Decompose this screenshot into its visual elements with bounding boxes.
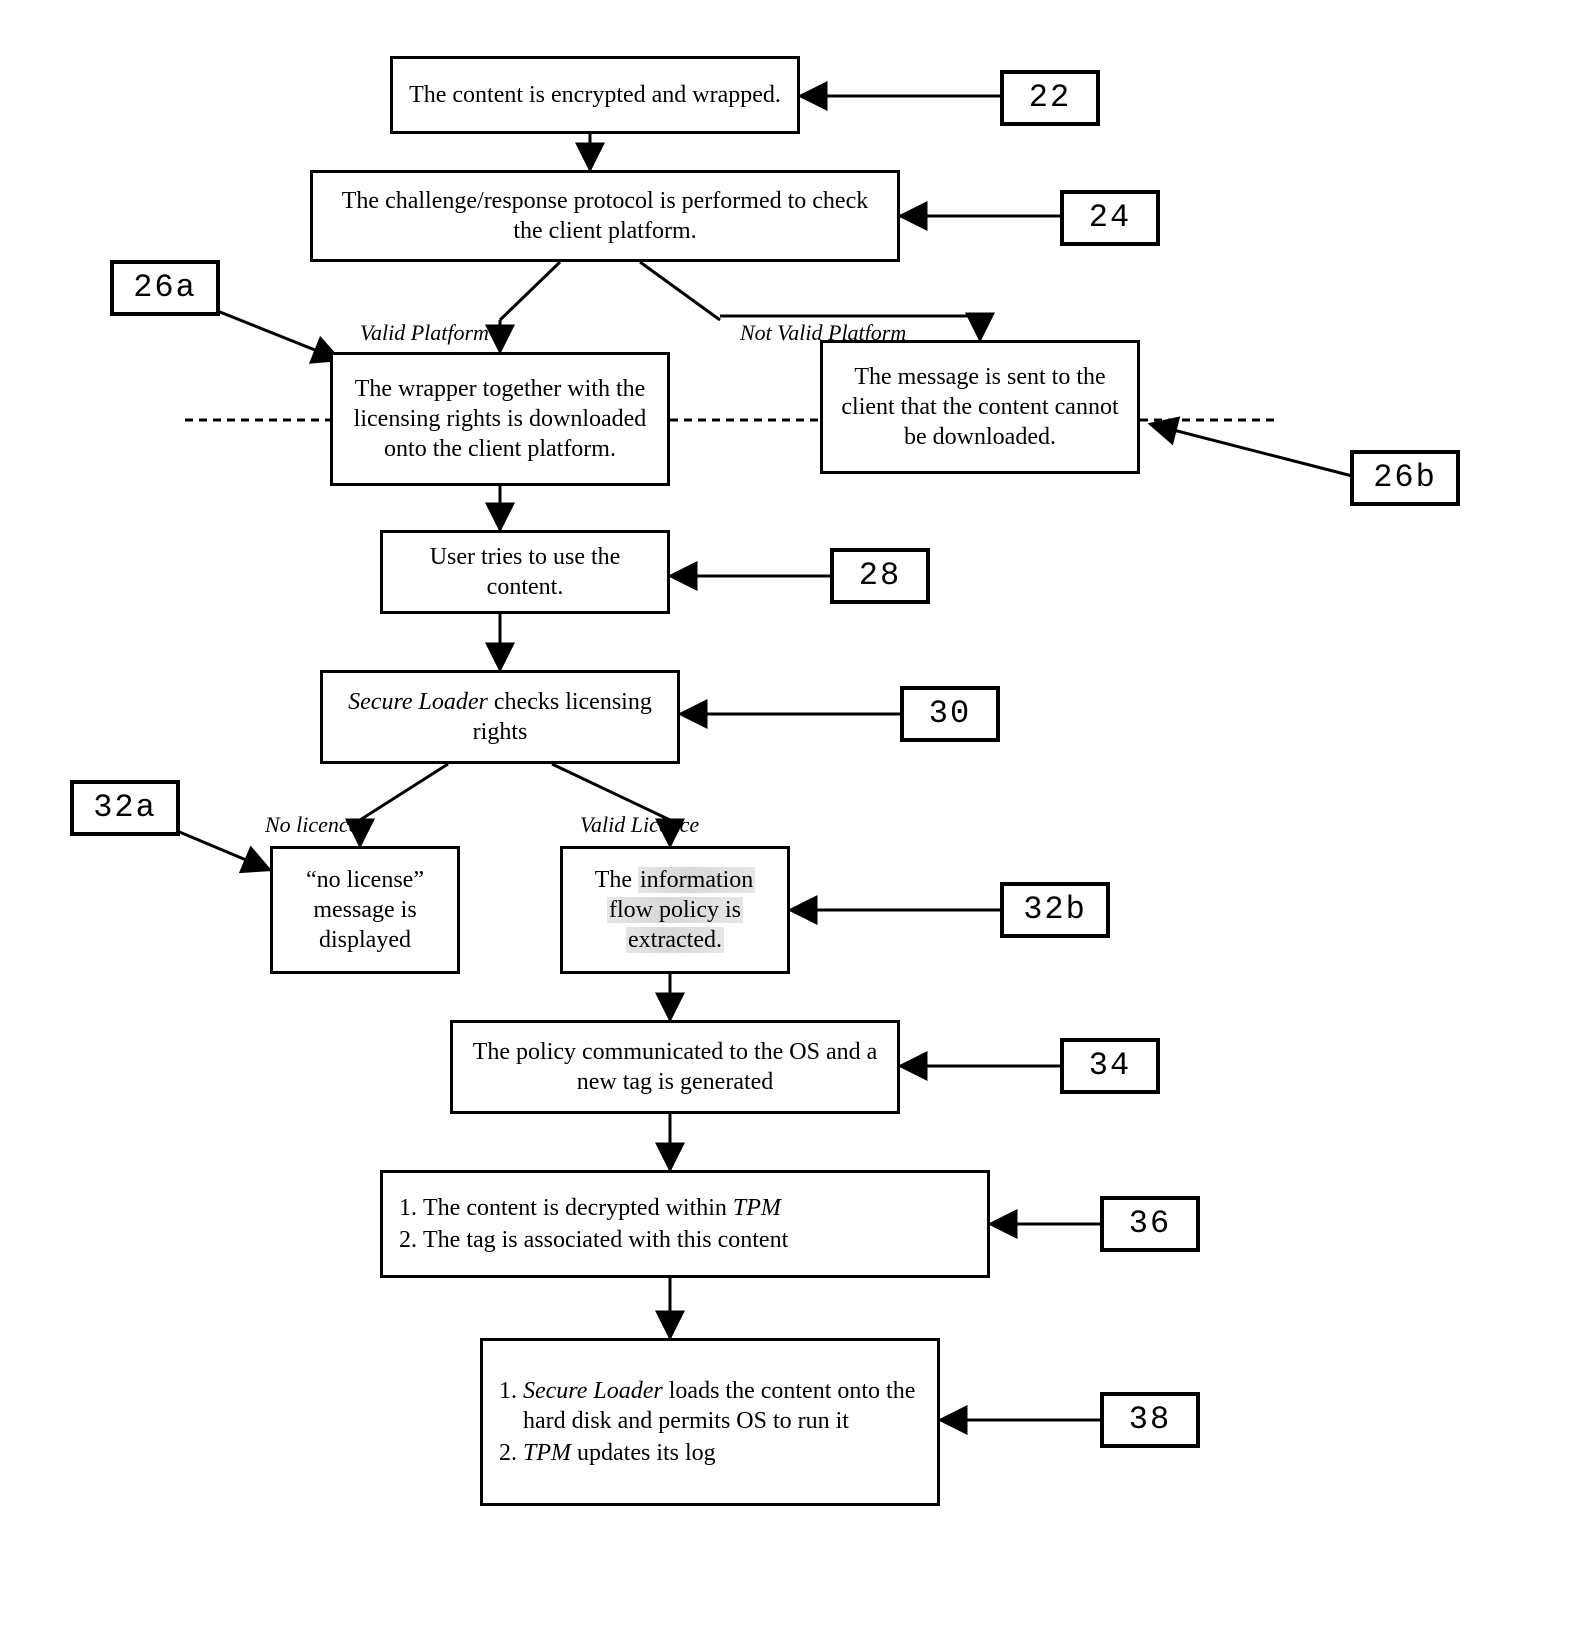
em-tpm: TPM: [733, 1195, 781, 1221]
list-item: The content is decrypted within TPM: [423, 1193, 788, 1223]
edge-no-licence: No licence: [265, 812, 358, 838]
step-text: “no license” message is displayed: [285, 865, 445, 955]
step-no-license-msg: “no license” message is displayed: [270, 846, 460, 974]
step-user-tries: User tries to use the content.: [380, 530, 670, 614]
step-text: The challenge/response protocol is perfo…: [325, 186, 885, 246]
step-text: The wrapper together with the licensing …: [345, 374, 655, 464]
ref-38: 38: [1100, 1392, 1200, 1448]
em-secure-loader: Secure Loader: [348, 689, 488, 715]
ref-32a: 32a: [70, 780, 180, 836]
list-item: TPM updates its log: [523, 1438, 925, 1468]
step-list: The content is decrypted within TPM The …: [395, 1191, 788, 1257]
step-text: The content is encrypted and wrapped.: [409, 80, 781, 110]
step-download-wrapper: The wrapper together with the licensing …: [330, 352, 670, 486]
edge-valid-licence: Valid Licence: [580, 812, 699, 838]
step-text: The message is sent to the client that t…: [835, 362, 1125, 452]
step-policy-extracted: The information flow policy is extracted…: [560, 846, 790, 974]
em-tpm: TPM: [523, 1440, 571, 1466]
ref-36: 36: [1100, 1196, 1200, 1252]
ref-34: 34: [1060, 1038, 1160, 1094]
ref-32b: 32b: [1000, 882, 1110, 938]
ref-26b: 26b: [1350, 450, 1460, 506]
step-text: The policy communicated to the OS and a …: [465, 1037, 885, 1097]
ref-24: 24: [1060, 190, 1160, 246]
ref-30: 30: [900, 686, 1000, 742]
step-secure-loader-check: Secure Loader checks licensing rights: [320, 670, 680, 764]
ref-22: 22: [1000, 70, 1100, 126]
text-tail: checks licensing rights: [473, 689, 652, 745]
edge-valid-platform: Valid Platform: [360, 320, 489, 346]
text: The tag is associated with this content: [423, 1227, 788, 1253]
step-text: User tries to use the content.: [395, 542, 655, 602]
step-decrypt-tag: The content is decrypted within TPM The …: [380, 1170, 990, 1278]
text-tail: updates its log: [571, 1440, 716, 1466]
step-load-run: Secure Loader loads the content onto the…: [480, 1338, 940, 1506]
step-cannot-download: The message is sent to the client that t…: [820, 340, 1140, 474]
step-encrypt-wrap: The content is encrypted and wrapped.: [390, 56, 800, 134]
list-item: Secure Loader loads the content onto the…: [523, 1376, 925, 1436]
text-pre: The: [595, 867, 638, 893]
step-text: Secure Loader checks licensing rights: [335, 687, 665, 747]
shaded-word: flow policy is: [607, 897, 743, 923]
list-item: The tag is associated with this content: [423, 1225, 788, 1255]
step-list: Secure Loader loads the content onto the…: [495, 1374, 925, 1470]
ref-26a: 26a: [110, 260, 220, 316]
em-secure-loader: Secure Loader: [523, 1378, 663, 1404]
shaded-word: information: [638, 867, 755, 893]
ref-28: 28: [830, 548, 930, 604]
step-policy-to-os: The policy communicated to the OS and a …: [450, 1020, 900, 1114]
shaded-word: extracted.: [626, 927, 724, 953]
step-text: The information flow policy is extracted…: [595, 865, 756, 955]
step-challenge-response: The challenge/response protocol is perfo…: [310, 170, 900, 262]
text-pre: The content is decrypted within: [423, 1195, 733, 1221]
